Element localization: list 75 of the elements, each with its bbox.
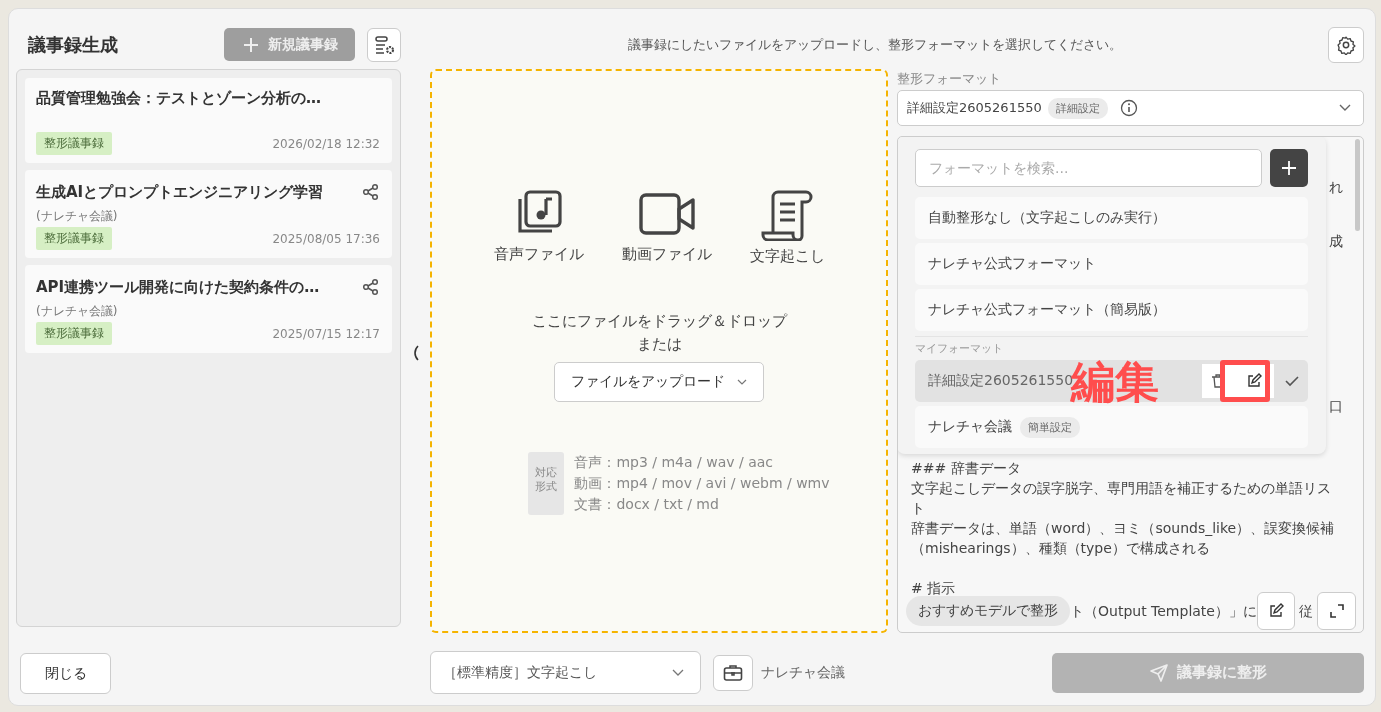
collapse-icon[interactable] [411, 345, 420, 361]
prompt-text-line: 辞書データは、単語（word）、ヨミ（sounds_like）、誤変換候補（mishearings）、種類（type）で構成される [911, 519, 1336, 558]
upload-file-button[interactable]: ファイルをアップロード [554, 362, 764, 402]
minutes-title: 品質管理勉強会：テストとゾーン分析の… [36, 89, 321, 108]
format-label: 整形フォーマット [897, 70, 1002, 88]
scroll-document-icon [759, 189, 815, 241]
format-option[interactable]: ナレチャ公式フォーマット [915, 243, 1308, 285]
close-button[interactable]: 閉じる [20, 653, 111, 694]
prompt-text-fragment: 成 [1329, 232, 1343, 251]
prompt-text-line: ### 辞書データ [911, 459, 1022, 478]
briefcase-icon [723, 663, 743, 682]
check-icon[interactable] [1284, 373, 1300, 389]
format-option[interactable]: ナレチャ会議 簡単設定 [915, 406, 1308, 448]
prompt-text-line: # 指示 [911, 579, 957, 598]
settings-icon [1336, 34, 1356, 55]
edit-icon [1268, 603, 1285, 619]
format-value: 詳細設定2605261550 [907, 99, 1042, 117]
briefcase-button[interactable] [713, 654, 753, 691]
minutes-tag: 整形議事録 [36, 132, 112, 155]
select-value: ［標準精度］文字起こし [443, 663, 597, 682]
format-name: ナレチャ会議 [928, 418, 1012, 436]
settings-button[interactable] [1328, 26, 1364, 63]
page-title: 議事録生成 [28, 32, 118, 57]
or-text: または [636, 335, 682, 354]
source-label: 動画ファイル [621, 245, 712, 264]
format-badge: 詳細設定 [1047, 97, 1108, 119]
format-option[interactable]: 自動整形なし（文字起こしのみ実行） [915, 197, 1308, 239]
format-search-field[interactable]: フォーマットを検索... [915, 149, 1262, 187]
list-settings-button[interactable] [367, 27, 401, 62]
plus-icon [241, 35, 260, 54]
prompt-text-fragment: れ [1329, 178, 1343, 197]
format-list-text: 動画：mp4 / mov / avi / webm / wmv [574, 474, 830, 493]
date-text: 2025/07/15 12:17 [272, 326, 380, 341]
history-item[interactable]: 生成AIとプロンプトエンジニアリング学習 (ナレチャ会議) 整形議事録 2025/08/05 17:36 [25, 170, 392, 258]
prompt-text-fragment: 従 [1299, 602, 1314, 621]
recommend-model-button[interactable]: おすすめモデルで整形 [906, 596, 1070, 626]
formats-label: 対応形式 [528, 452, 565, 515]
expand-icon [1328, 603, 1345, 619]
format-list-text: 音声：mp3 / m4a / wav / aac [574, 453, 774, 472]
minutes-tag: 整形議事録 [36, 322, 112, 345]
drop-instruction: ここにファイルをドラッグ＆ドロップ [531, 312, 787, 331]
date-text: 2025/08/05 17:36 [272, 231, 380, 246]
history-item[interactable]: 品質管理勉強会：テストとゾーン分析の… 整形議事録 2026/02/18 12:32 [25, 78, 392, 163]
section-label: マイフォーマット [915, 341, 1004, 356]
edit-button[interactable] [1256, 592, 1296, 630]
instruction-text: 議事録にしたいファイルをアップロードし、整形フォーマットを選択してください。 [626, 35, 1123, 54]
date-text: 2026/02/18 12:32 [272, 136, 380, 151]
source-label: 文字起こし [749, 247, 825, 266]
prompt-text-line: ト（Output Template）」に [1070, 602, 1257, 621]
meeting-type: (ナレチャ会議) [36, 303, 119, 320]
source-label: 音声ファイル [493, 245, 584, 264]
file-drop-zone[interactable]: 音声ファイル 動画ファイル 文字起こし ここにファイルをドラッグ＆ドロップ または ファイルをアップロード 対応形式 音声：mp3 / m4a / wav / aac 動画：mp4 / mov / avi / webm / wmv 文書：docx / txt / md [430, 69, 888, 633]
minutes-tag: 整形議事録 [36, 227, 112, 250]
add-format-button[interactable] [1270, 149, 1308, 187]
prompt-text-fragment: 口 [1329, 397, 1343, 416]
minutes-title: API連携ツール開発に向けた契約条件の… [36, 277, 320, 297]
plus-icon [1281, 160, 1297, 176]
format-list-text: 文書：docx / txt / md [574, 495, 720, 514]
format-badge: 簡単設定 [1020, 416, 1080, 438]
meeting-type: (ナレチャ会議) [36, 208, 119, 225]
history-item[interactable]: API連携ツール開発に向けた契約条件の… (ナレチャ会議) 整形議事録 2025/07/15 12:17 [25, 265, 392, 353]
chevron-down-icon [672, 668, 684, 677]
minutes-title: 生成AIとプロンプトエンジニアリング学習 [36, 182, 324, 202]
format-option[interactable]: ナレチャ公式フォーマット（簡易版） [915, 289, 1308, 331]
prompt-text-line: 文字起こしデータの誤字脱字、専門用語を補正するための単語リスト [911, 479, 1332, 518]
chevron-down-icon [1339, 104, 1351, 112]
send-icon [1149, 662, 1169, 683]
chevron-down-icon [737, 379, 747, 385]
meeting-type: ナレチャ会議 [761, 663, 845, 682]
expand-button[interactable] [1317, 592, 1356, 630]
list-settings-icon [373, 33, 395, 56]
prompt-text-area[interactable] [897, 136, 1364, 633]
info-icon[interactable] [1119, 99, 1138, 117]
format-select[interactable]: 詳細設定2605261550 詳細設定 [897, 90, 1364, 126]
transcription-select[interactable]: ［標準精度］文字起こし [430, 651, 701, 694]
